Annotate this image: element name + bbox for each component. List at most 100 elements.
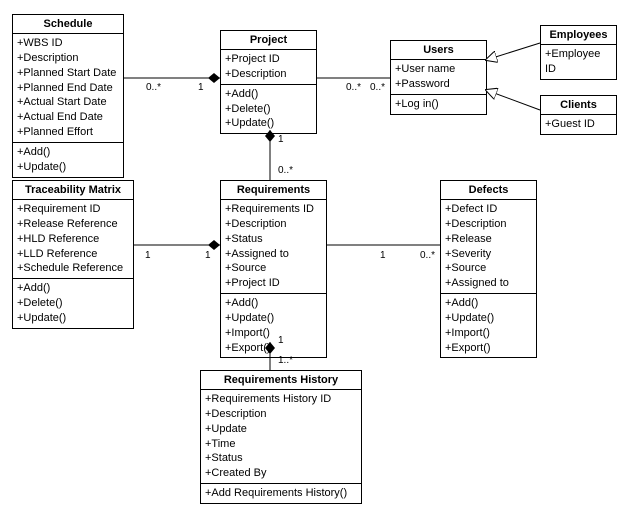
- attr: +Update: [205, 422, 357, 437]
- mult-label: 1: [205, 250, 211, 261]
- class-defects: Defects +Defect ID +Description +Release…: [440, 180, 537, 358]
- op: +Delete(): [225, 102, 312, 117]
- class-ops: +Add() +Update(): [13, 143, 123, 177]
- attr: +Release Reference: [17, 217, 129, 232]
- op: +Import(): [225, 326, 322, 341]
- attr: +Requirement ID: [17, 202, 129, 217]
- mult-label: 1: [278, 335, 284, 346]
- op: +Update(): [225, 311, 322, 326]
- attr: +Status: [205, 451, 357, 466]
- class-employees: Employees +Employee ID: [540, 25, 617, 80]
- class-title: Schedule: [13, 15, 123, 34]
- class-ops: +Add() +Update() +Import() +Export(): [221, 294, 326, 357]
- attr: +Employee ID: [545, 47, 612, 77]
- class-title: Project: [221, 31, 316, 50]
- mult-label: 0..*: [278, 165, 293, 176]
- attr: +Time: [205, 437, 357, 452]
- op: +Add(): [17, 281, 129, 296]
- op: +Add(): [445, 296, 532, 311]
- class-project: Project +Project ID +Description +Add() …: [220, 30, 317, 134]
- attr: +Status: [225, 232, 322, 247]
- class-title: Requirements: [221, 181, 326, 200]
- attr: +Description: [225, 67, 312, 82]
- op: +Log in(): [395, 97, 482, 112]
- class-requirements-history: Requirements History +Requirements Histo…: [200, 370, 362, 504]
- class-title: Users: [391, 41, 486, 60]
- mult-label: 0..*: [346, 82, 361, 93]
- attr: +Password: [395, 77, 482, 92]
- mult-label: 1: [198, 82, 204, 93]
- class-attrs: +WBS ID +Description +Planned Start Date…: [13, 34, 123, 143]
- class-clients: Clients +Guest ID: [540, 95, 617, 135]
- attr: +Created By: [205, 466, 357, 481]
- attr: +Project ID: [225, 52, 312, 67]
- attr: +Project ID: [225, 276, 322, 291]
- attr: +Planned Effort: [17, 125, 119, 140]
- op: +Update(): [225, 116, 312, 131]
- attr: +WBS ID: [17, 36, 119, 51]
- class-title: Requirements History: [201, 371, 361, 390]
- class-schedule: Schedule +WBS ID +Description +Planned S…: [12, 14, 124, 178]
- op: +Add(): [17, 145, 119, 160]
- op: +Add(): [225, 87, 312, 102]
- class-ops: +Add() +Delete() +Update(): [221, 85, 316, 134]
- attr: +HLD Reference: [17, 232, 129, 247]
- class-attrs: +Requirements History ID +Description +U…: [201, 390, 361, 484]
- attr: +Description: [445, 217, 532, 232]
- mult-label: 1: [145, 250, 151, 261]
- attr: +Planned Start Date: [17, 66, 119, 81]
- attr: +Source: [445, 261, 532, 276]
- mult-label: 0..*: [420, 250, 435, 261]
- attr: +Severity: [445, 247, 532, 262]
- attr: +Assigned to: [445, 276, 532, 291]
- class-ops: +Log in(): [391, 95, 486, 114]
- attr: +LLD Reference: [17, 247, 129, 262]
- class-attrs: +Guest ID: [541, 115, 616, 134]
- class-title: Employees: [541, 26, 616, 45]
- op: +Delete(): [17, 296, 129, 311]
- op: +Add(): [225, 296, 322, 311]
- class-attrs: +Project ID +Description: [221, 50, 316, 85]
- class-users: Users +User name +Password +Log in(): [390, 40, 487, 115]
- mult-label: 0..*: [146, 82, 161, 93]
- op: +Import(): [445, 326, 532, 341]
- mult-label: 1: [380, 250, 386, 261]
- attr: +Assigned to: [225, 247, 322, 262]
- mult-label: 0..*: [370, 82, 385, 93]
- class-ops: +Add Requirements History(): [201, 484, 361, 503]
- op: +Update(): [445, 311, 532, 326]
- attr: +Guest ID: [545, 117, 612, 132]
- class-ops: +Add() +Update() +Import() +Export(): [441, 294, 536, 357]
- op: +Export(): [225, 341, 322, 356]
- mult-label: 1: [278, 134, 284, 145]
- mult-label: 1..*: [278, 355, 293, 366]
- attr: +Actual End Date: [17, 110, 119, 125]
- attr: +Description: [205, 407, 357, 422]
- class-title: Traceability Matrix: [13, 181, 133, 200]
- class-requirements: Requirements +Requirements ID +Descripti…: [220, 180, 327, 358]
- class-title: Clients: [541, 96, 616, 115]
- attr: +Planned End Date: [17, 81, 119, 96]
- attr: +User name: [395, 62, 482, 77]
- attr: +Actual Start Date: [17, 95, 119, 110]
- op: +Update(): [17, 160, 119, 175]
- attr: +Schedule Reference: [17, 261, 129, 276]
- attr: +Source: [225, 261, 322, 276]
- class-attrs: +Requirement ID +Release Reference +HLD …: [13, 200, 133, 279]
- op: +Add Requirements History(): [205, 486, 357, 501]
- op: +Update(): [17, 311, 129, 326]
- class-ops: +Add() +Delete() +Update(): [13, 279, 133, 328]
- class-title: Defects: [441, 181, 536, 200]
- attr: +Defect ID: [445, 202, 532, 217]
- attr: +Requirements History ID: [205, 392, 357, 407]
- class-attrs: +Requirements ID +Description +Status +A…: [221, 200, 326, 294]
- attr: +Description: [225, 217, 322, 232]
- class-attrs: +Defect ID +Description +Release +Severi…: [441, 200, 536, 294]
- op: +Export(): [445, 341, 532, 356]
- attr: +Release: [445, 232, 532, 247]
- class-attrs: +Employee ID: [541, 45, 616, 79]
- attr: +Description: [17, 51, 119, 66]
- attr: +Requirements ID: [225, 202, 322, 217]
- class-attrs: +User name +Password: [391, 60, 486, 95]
- class-traceability: Traceability Matrix +Requirement ID +Rel…: [12, 180, 134, 329]
